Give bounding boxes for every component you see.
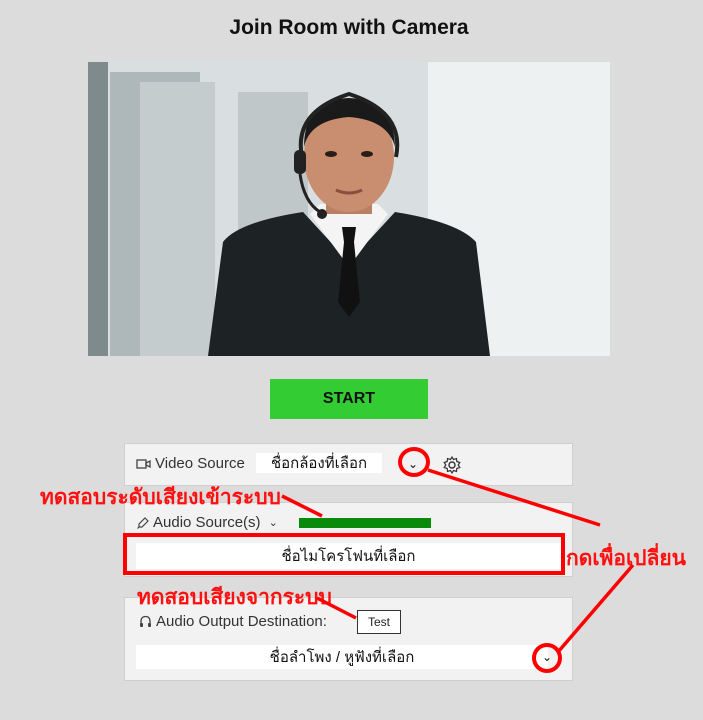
camera-feed-image	[88, 62, 610, 356]
test-audio-button[interactable]: Test	[357, 610, 401, 634]
audio-source-row: Audio Source(s) ⌄	[137, 514, 278, 531]
audio-level-fill	[299, 518, 431, 528]
camera-preview	[88, 62, 610, 356]
microphone-icon	[137, 516, 149, 529]
audio-level-meter	[299, 518, 431, 528]
audio-output-row: Audio Output Destination:	[139, 613, 327, 630]
audio-source-label: Audio Source(s)	[153, 514, 261, 531]
audio-output-select[interactable]: ชื่อลำโพง / หูฟังที่เลือก	[136, 645, 548, 669]
annotation-test-input-level: ทดสอบระดับเสียงเข้าระบบ	[40, 485, 281, 509]
annotation-press-to-change: กดเพื่อเปลี่ยน	[566, 546, 687, 570]
audio-output-selected: ชื่อลำโพง / หูฟังที่เลือก	[269, 649, 415, 666]
video-source-panel: Video Source ชื่อกล้องที่เลือก ⌄	[124, 443, 573, 486]
audio-output-label: Audio Output Destination:	[156, 613, 327, 630]
highlight-circle	[532, 643, 562, 673]
video-camera-icon	[136, 458, 151, 469]
video-source-select[interactable]: ชื่อกล้องที่เลือก	[256, 453, 382, 473]
annotation-test-output-sound: ทดสอบเสียงจากระบบ	[137, 585, 332, 609]
video-source-row: Video Source	[136, 455, 245, 472]
highlight-box	[123, 533, 565, 575]
gear-icon[interactable]	[442, 455, 462, 475]
chevron-down-icon[interactable]: ⌄	[269, 516, 278, 529]
start-button[interactable]: START	[270, 379, 428, 419]
page-title: Join Room with Camera	[229, 16, 469, 39]
video-source-selected: ชื่อกล้องที่เลือก	[270, 455, 368, 472]
video-source-label: Video Source	[155, 455, 245, 472]
highlight-circle	[398, 447, 430, 477]
headphones-icon	[140, 615, 151, 627]
